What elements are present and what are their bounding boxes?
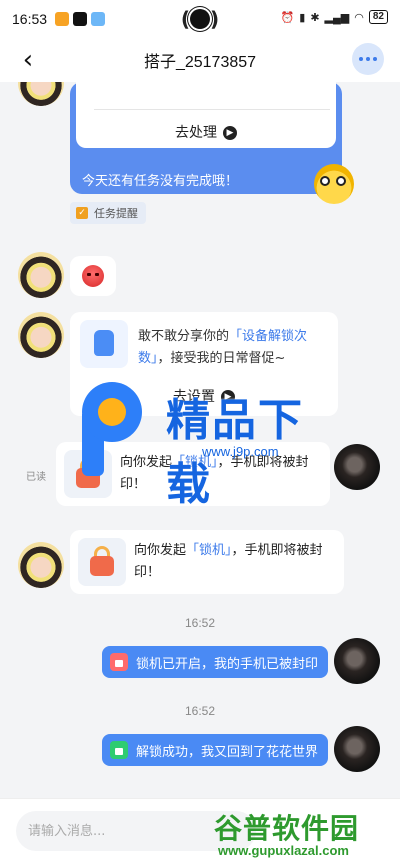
task-card[interactable]: 去处理 ▶ 今天还有任务没有完成哦！ — [70, 82, 342, 194]
timestamp: 16:52 — [184, 704, 216, 718]
checkbox-icon: ✓ — [76, 207, 88, 219]
avatar[interactable] — [334, 444, 380, 490]
wifi-icon: ◠ — [354, 11, 364, 24]
notification-icons — [55, 12, 106, 26]
page-title: 搭子_25173857 — [143, 54, 257, 71]
signal-icon: ▂▄▆ — [324, 11, 350, 24]
j9p-logo-icon — [76, 382, 156, 482]
avatar[interactable] — [334, 726, 380, 772]
task-action-button[interactable]: 去处理 ▶ — [70, 122, 342, 142]
status-bar: 16:53 () ⏰ ▮ ✱ ▂▄▆ ◠ 82 — [0, 0, 400, 38]
chat-area[interactable]: 去处理 ▶ 今天还有任务没有完成哦！ ✓ 任务提醒 敢不敢分享你的「设备解锁次数」… — [0, 82, 400, 798]
watermark-url: www.j9p.com — [202, 444, 279, 459]
nav-bar: ‹ 搭子_25173857 — [0, 38, 400, 82]
app-notification-icon — [91, 12, 106, 26]
avatar[interactable] — [334, 638, 380, 684]
mascot-icon — [314, 164, 354, 204]
app-notification-icon — [55, 12, 70, 26]
lock-icon — [109, 653, 128, 671]
chevron-left-icon: ‹ — [22, 45, 34, 75]
vibrate-icon: ▮ — [299, 11, 306, 24]
status-time: 16:53 — [12, 11, 48, 27]
watermark-url: www.gupuxlazal.com — [218, 843, 349, 858]
task-reminder-tag[interactable]: ✓ 任务提醒 — [70, 202, 146, 224]
battery-indicator: 82 — [368, 10, 388, 24]
lock-request-card-received[interactable]: 向你发起「锁机」，手机即将被封印！ — [70, 530, 344, 594]
alarm-icon: ⏰ — [280, 11, 295, 24]
back-button[interactable]: ‹ — [14, 45, 42, 75]
avatar[interactable] — [18, 542, 64, 588]
unlock-icon — [109, 741, 128, 759]
avatar[interactable] — [18, 82, 64, 106]
tiktok-icon — [73, 12, 88, 26]
bluetooth-icon: ✱ — [310, 11, 320, 24]
read-receipt: 已读 — [26, 472, 46, 483]
watermark-gupu: 谷普软件园 www.gupuxlazal.com — [214, 807, 394, 863]
more-button[interactable] — [352, 43, 384, 75]
input-bar: 谷普软件园 www.gupuxlazal.com — [0, 798, 400, 866]
arrow-right-icon: ▶ — [223, 126, 237, 140]
status-message-locked[interactable]: 锁机已开启，我的手机已被封印 — [101, 646, 328, 678]
lock-icon — [78, 538, 126, 586]
unlock-count-icon — [80, 320, 128, 368]
lock-card-text: 向你发起「锁机」，手机即将被封印！ — [134, 543, 323, 580]
angry-face-icon — [82, 265, 104, 287]
status-message-unlocked[interactable]: 解锁成功，我又回到了花花世界 — [101, 734, 328, 766]
avatar[interactable] — [18, 252, 64, 298]
avatar[interactable] — [18, 312, 64, 358]
share-card-text: 敢不敢分享你的「设备解锁次数」，接受我的日常督促~ — [138, 329, 308, 366]
front-camera: () — [180, 7, 220, 31]
watermark-name: 谷普软件园 — [214, 812, 360, 845]
watermark-logo: 精品下载 www.j9p.com — [76, 382, 336, 510]
timestamp: 16:52 — [184, 616, 216, 630]
task-tip: 今天还有任务没有完成哦！ — [82, 174, 239, 189]
emoji-message — [70, 256, 116, 296]
status-indicators: ⏰ ▮ ✱ ▂▄▆ ◠ 82 — [281, 10, 388, 24]
